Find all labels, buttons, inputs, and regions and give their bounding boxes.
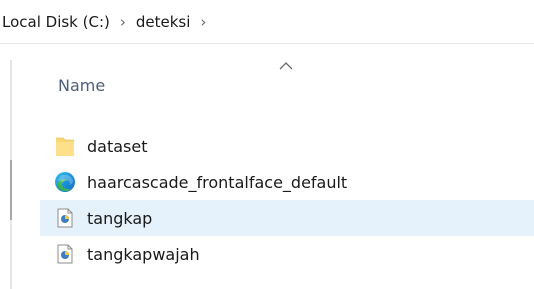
file-name: dataset bbox=[87, 136, 148, 156]
breadcrumb-item-local-disk[interactable]: Local Disk (C:) bbox=[2, 13, 110, 31]
file-name: tangkapwajah bbox=[87, 244, 200, 264]
edge-browser-icon bbox=[54, 171, 76, 193]
breadcrumb-chevron-icon[interactable]: › bbox=[110, 13, 136, 31]
file-name: haarcascade_frontalface_default bbox=[87, 172, 348, 192]
folder-icon bbox=[54, 135, 76, 157]
file-row-dataset[interactable]: dataset bbox=[40, 128, 534, 164]
file-row-tangkapwajah[interactable]: tangkapwajah bbox=[40, 236, 534, 272]
file-row-tangkap[interactable]: tangkap bbox=[40, 200, 534, 236]
file-row-haarcascade[interactable]: haarcascade_frontalface_default bbox=[40, 164, 534, 200]
sort-ascending-icon bbox=[279, 62, 293, 70]
breadcrumb: Local Disk (C:) › deteksi › bbox=[0, 0, 534, 44]
column-header-name[interactable]: Name bbox=[40, 58, 534, 114]
python-file-icon bbox=[54, 243, 76, 265]
file-explorer-window: Local Disk (C:) › deteksi › Name dataset bbox=[0, 0, 534, 289]
column-header-label: Name bbox=[58, 76, 106, 95]
file-list: dataset haarcascade_frontalface_default … bbox=[40, 128, 534, 272]
breadcrumb-chevron-icon[interactable]: › bbox=[190, 13, 216, 31]
python-file-icon bbox=[54, 207, 76, 229]
navigation-pane-scrollbar[interactable] bbox=[10, 160, 12, 220]
file-name: tangkap bbox=[87, 208, 153, 228]
breadcrumb-item-deteksi[interactable]: deteksi bbox=[136, 13, 191, 31]
